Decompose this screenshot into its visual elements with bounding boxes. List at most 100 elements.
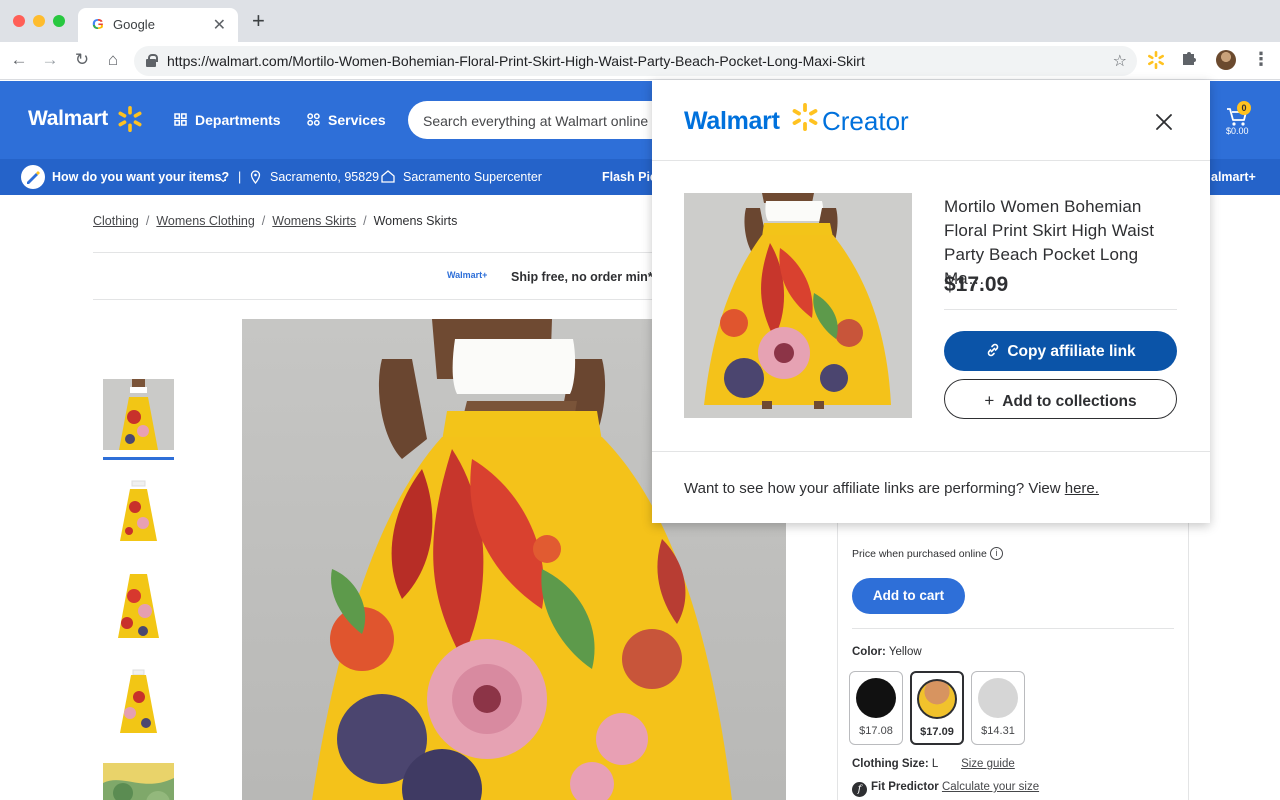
color-label: Color: Yellow — [852, 646, 922, 658]
services-grid-icon — [307, 113, 320, 126]
creator-extension-popup: Walmart Creator Mortilo Women Bohemian F… — [652, 80, 1210, 523]
shipping-text: Ship free, no order min* — [511, 270, 653, 284]
store-icon — [381, 170, 395, 183]
creator-spark-icon — [792, 103, 818, 131]
departments-button[interactable]: Departments — [195, 112, 281, 128]
delivery-prompt-button[interactable]: How do you want your items? — [52, 170, 229, 184]
fit-predictor-row: f Fit Predictor Calculate your size — [852, 781, 1039, 797]
creator-wordmark: Creator — [822, 106, 909, 136]
color-label-key: Color: — [852, 646, 886, 658]
product-thumbnail-4[interactable] — [103, 667, 174, 738]
product-thumbnail-2[interactable] — [103, 475, 174, 546]
product-thumbnail-5[interactable] — [103, 763, 174, 800]
breadcrumb-clothing[interactable]: Clothing — [93, 214, 139, 228]
browser-tab[interactable]: G Google ✕ — [78, 8, 238, 42]
size-value: L — [931, 758, 938, 770]
performance-footer-text: Want to see how your affiliate links are… — [684, 480, 1065, 497]
browser-toolbar: ← → ↻ ⌂ https://walmart.com/Mortilo-Wome… — [0, 42, 1280, 80]
home-icon[interactable]: ⌂ — [103, 50, 123, 70]
separator: | — [238, 170, 242, 184]
walmart-plus-logo: Walmart+ — [447, 270, 488, 280]
profile-avatar[interactable] — [1216, 50, 1236, 70]
creator-product-price: $17.09 — [944, 273, 1009, 296]
swatch-yellow[interactable]: $17.09 — [910, 671, 964, 745]
link-icon — [988, 343, 999, 357]
divider — [852, 628, 1174, 629]
info-icon[interactable]: i — [990, 547, 1003, 560]
product-thumbnail-3[interactable] — [103, 571, 174, 642]
walmart-spark-icon — [118, 106, 142, 132]
divider — [944, 309, 1177, 310]
walmart-logo[interactable]: Walmart — [28, 107, 108, 131]
breadcrumb-separator: / — [363, 214, 367, 228]
copy-affiliate-link-button[interactable]: Copy affiliate link — [944, 331, 1177, 371]
walmart-plus-link[interactable]: almart+ — [1211, 170, 1256, 184]
breadcrumb-womens-clothing[interactable]: Womens Clothing — [156, 214, 254, 228]
swatch-white-color — [978, 678, 1018, 718]
breadcrumb-current: Womens Skirts — [373, 214, 458, 228]
size-row: Clothing Size: L Size guide — [852, 758, 1015, 770]
tab-close-icon[interactable]: ✕ — [213, 15, 226, 35]
walmart-spark-extension-icon[interactable] — [1146, 50, 1166, 70]
performance-footer: Want to see how your affiliate links are… — [684, 480, 1099, 497]
window-maximize-button[interactable] — [53, 15, 65, 27]
store-text[interactable]: Sacramento Supercenter — [403, 170, 542, 184]
browser-tab-bar: G Google ✕ + — [0, 0, 1280, 42]
close-icon[interactable] — [1154, 112, 1174, 132]
size-label: Clothing Size: — [852, 758, 929, 770]
delivery-intent-icon — [21, 165, 45, 189]
swatch-black[interactable]: $17.08 — [849, 671, 903, 745]
window-close-button[interactable] — [13, 15, 25, 27]
creator-product-image — [684, 193, 912, 418]
add-to-collections-button[interactable]: + Add to collections — [944, 379, 1177, 419]
swatch-yellow-color — [917, 679, 957, 719]
shipping-banner-text: Ship free, no order min* A — [511, 270, 669, 284]
swatch-white[interactable]: $14.31 — [971, 671, 1025, 745]
price-note: Price when purchased online — [852, 548, 987, 560]
breadcrumb: Clothing / Womens Clothing / Womens Skirts / W… — [93, 214, 457, 228]
bookmark-star-icon[interactable]: ☆ — [1113, 51, 1127, 71]
cart-total: $0.00 — [1226, 126, 1249, 136]
location-pin-icon — [250, 170, 261, 184]
extensions-puzzle-icon[interactable] — [1180, 49, 1198, 67]
performance-here-link[interactable]: here. — [1065, 480, 1099, 497]
divider — [93, 252, 653, 253]
add-to-collections-label: Add to collections — [1002, 393, 1137, 410]
new-tab-icon[interactable]: + — [252, 10, 265, 32]
forward-arrow-icon[interactable]: → — [40, 50, 60, 70]
color-value: Yellow — [888, 646, 922, 658]
google-favicon-icon: G — [90, 17, 106, 33]
lock-icon — [146, 54, 158, 67]
cart-count-badge: 0 — [1237, 101, 1251, 115]
search-placeholder: Search everything at Walmart online a — [423, 113, 660, 129]
divider — [652, 451, 1210, 452]
plus-icon: + — [984, 391, 995, 410]
swatch-black-color — [856, 678, 896, 718]
fit-predictor-label: Fit Predictor — [871, 781, 939, 793]
swatch-price: $17.08 — [859, 725, 893, 737]
location-text[interactable]: Sacramento, 95829 — [270, 170, 379, 184]
back-arrow-icon[interactable]: ← — [9, 50, 29, 70]
services-button[interactable]: Services — [328, 112, 386, 128]
departments-grid-icon — [174, 113, 187, 126]
window-minimize-button[interactable] — [33, 15, 45, 27]
breadcrumb-separator: / — [261, 214, 266, 228]
copy-affiliate-link-label: Copy affiliate link — [1007, 343, 1136, 360]
size-guide-link[interactable]: Size guide — [961, 758, 1015, 770]
calculate-size-link[interactable]: Calculate your size — [942, 781, 1039, 793]
product-thumbnail-1[interactable] — [103, 379, 174, 450]
divider — [652, 160, 1210, 161]
divider — [93, 299, 653, 300]
fit-predictor-icon: f — [852, 782, 867, 797]
add-to-cart-button[interactable]: Add to cart — [852, 578, 965, 614]
address-bar[interactable]: https://walmart.com/Mortilo-Women-Bohemi… — [134, 46, 1137, 76]
reload-icon[interactable]: ↻ — [72, 50, 92, 70]
chevron-down-icon[interactable]: ⌄ — [218, 170, 228, 185]
breadcrumb-womens-skirts[interactable]: Womens Skirts — [272, 214, 356, 228]
url-text: https://walmart.com/Mortilo-Women-Bohemi… — [167, 53, 865, 69]
breadcrumb-separator: / — [145, 214, 150, 228]
creator-walmart-logo: Walmart — [684, 107, 780, 135]
tab-title: Google — [113, 17, 155, 32]
browser-menu-icon[interactable]: ⋮ — [1252, 49, 1270, 69]
swatch-price: $14.31 — [981, 725, 1015, 737]
